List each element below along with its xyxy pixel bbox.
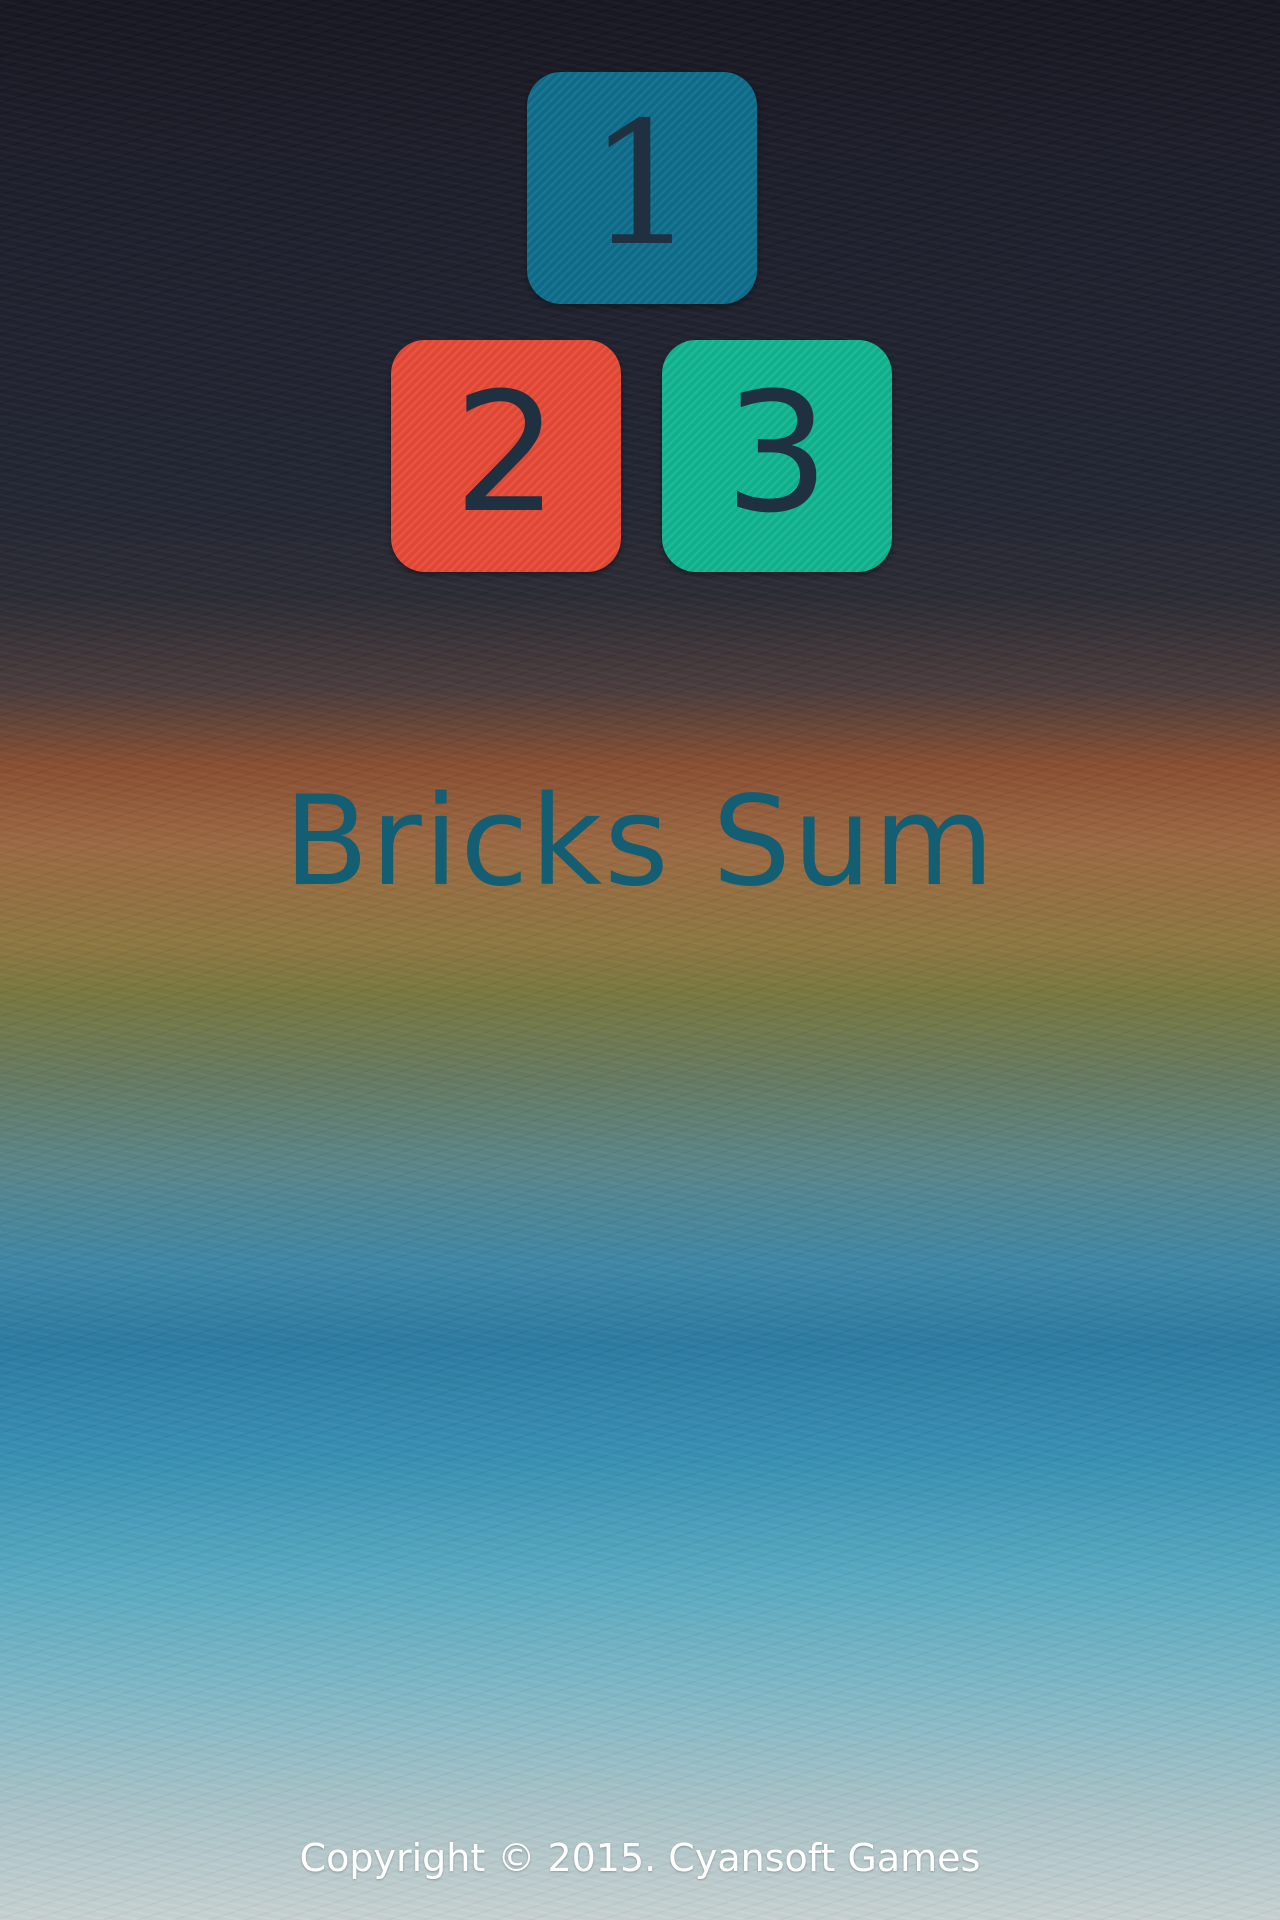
brick-one-number: 1	[587, 86, 697, 284]
game-title: Bricks Sum	[283, 770, 997, 914]
brick-one: 1	[527, 72, 757, 304]
copyright-text: Copyright © 2015. Cyansoft Games	[299, 1836, 981, 1880]
brick-three: 3	[662, 340, 892, 572]
brick-two-number: 2	[453, 356, 559, 549]
brick-three-number: 3	[724, 356, 830, 549]
brick-two: 2	[391, 340, 621, 572]
